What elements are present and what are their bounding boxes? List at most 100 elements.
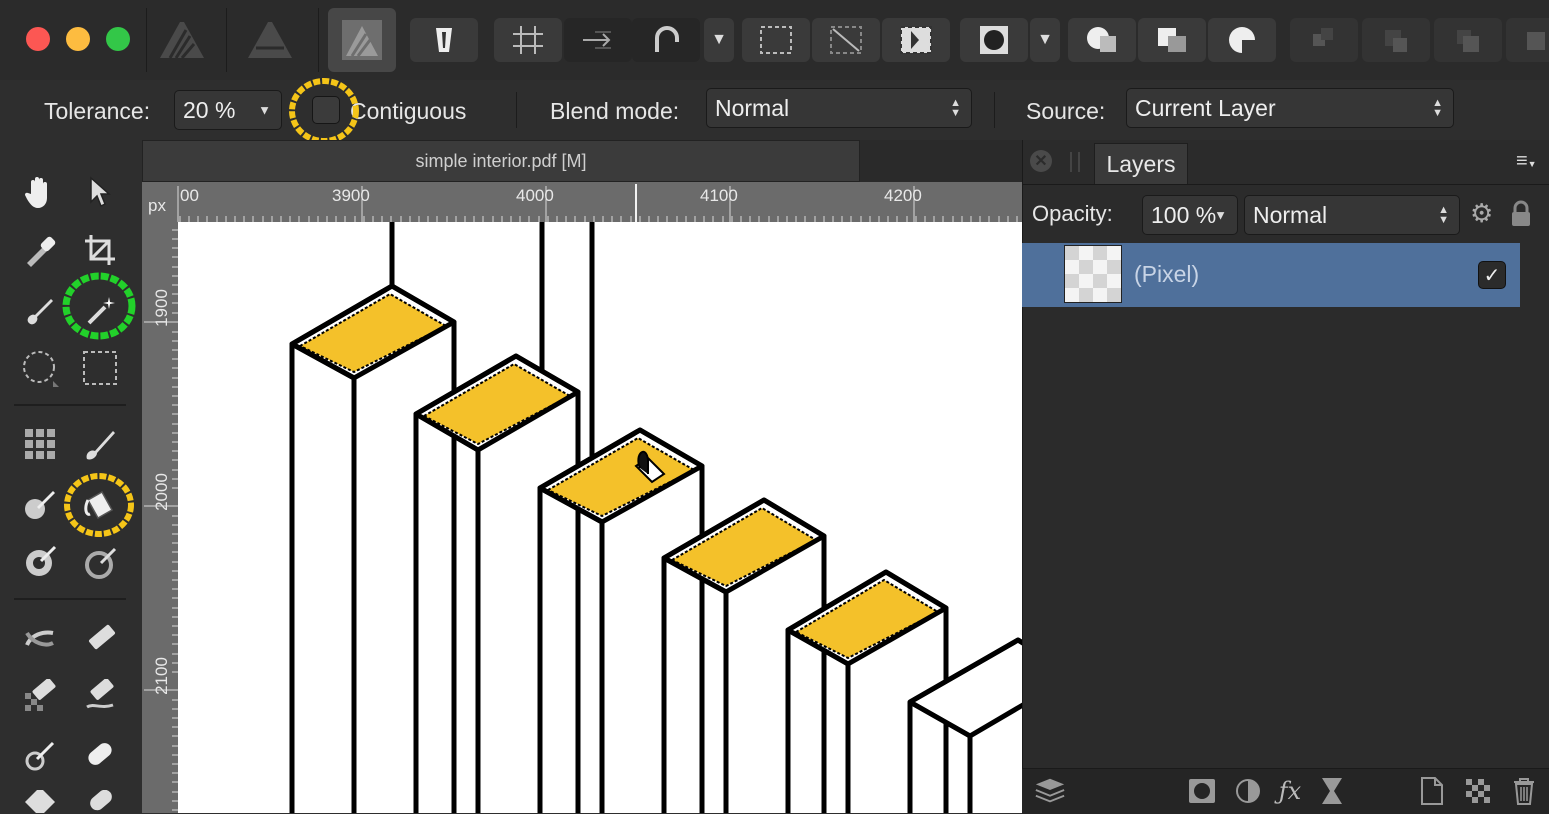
grid-button[interactable] [494,18,562,62]
layers-stack-icon[interactable] [1034,775,1066,807]
eraser-tool-icon[interactable] [78,616,122,660]
tolerance-value: 20 % [183,96,236,123]
photo-persona-icon[interactable] [328,8,396,72]
fx-icon[interactable]: ƒx [1274,775,1306,807]
h-ruler-label-2: 4000 [516,186,554,205]
opacity-value: 100 % [1151,201,1217,228]
layer-blend-stepper-icon: ▲ ▼ [1438,204,1449,226]
h-ruler-label-0: 00 [180,186,199,205]
vertical-ruler[interactable]: 1900 2000 2100 [142,222,178,813]
annotation-circle-contiguous [289,78,359,144]
blend-mode-stepper-icon: ▲ ▼ [950,97,961,119]
source-select[interactable]: Current Layer ▲ ▼ [1126,88,1454,128]
trash-icon[interactable] [1508,775,1540,807]
snap-arrow-button[interactable] [564,18,632,62]
tab-layers[interactable]: Layers [1094,143,1188,184]
layer-row[interactable]: (Pixel) ✓ [1022,243,1520,307]
tolerance-dropdown-arrow-icon[interactable]: ▼ [258,103,271,118]
document-canvas[interactable] [178,222,1022,813]
isometric-stairs-drawing [289,222,1022,813]
move-tool-icon[interactable] [78,170,122,214]
zoom-window-button[interactable] [106,27,130,51]
minimize-window-button[interactable] [66,27,90,51]
dodge-tool-icon[interactable] [18,540,62,584]
arrange-back-icon[interactable] [1290,18,1358,62]
h-ruler-label-4: 4200 [884,186,922,205]
boolean-add-icon[interactable] [1068,18,1136,62]
panel-grip-icon[interactable] [1070,152,1080,172]
v-ruler-label-2: 2100 [152,657,171,695]
mask-dropdown-arrow-icon[interactable]: ▼ [1030,18,1060,62]
h-ruler-label-3: 4100 [700,186,738,205]
paint-brush-tool-icon[interactable] [78,422,122,466]
blemish-removal-tool-icon[interactable] [18,790,62,813]
adjustment-icon[interactable] [1232,775,1264,807]
layer-name: (Pixel) [1134,261,1200,287]
layer-blend-mode-value: Normal [1253,201,1328,228]
layers-tab-label: Layers [1106,150,1176,177]
background-eraser-tool-icon[interactable] [18,674,62,718]
document-tab[interactable]: simple interior.pdf [M] [142,140,860,182]
contiguous-label: Contiguous [350,98,467,124]
layer-blend-mode-select[interactable]: Normal ▲ ▼ [1244,195,1460,235]
boolean-subtract-icon[interactable] [1138,18,1206,62]
close-panel-icon[interactable]: ✕ [1030,150,1052,172]
ruler-unit-label: px [148,196,166,215]
source-value: Current Layer [1135,94,1276,121]
burn-tool-icon[interactable] [78,540,122,584]
tolerance-label: Tolerance: [44,98,151,124]
add-mask-layer-icon[interactable] [1462,775,1494,807]
annotation-circle-flood-select [62,272,136,340]
layer-visibility-checkbox[interactable]: ✓ [1478,261,1506,289]
h-ruler-label-1: 3900 [332,186,370,205]
red-eye-tool-icon[interactable] [78,790,122,813]
panel-menu-icon[interactable]: ≡▼ [1516,150,1537,173]
ellipse-marquee-tool-icon[interactable] [18,346,62,390]
opacity-field[interactable]: 100 % ▼ [1142,195,1238,235]
toolbar-divider [146,8,147,72]
tolerance-field[interactable]: 20 % ▼ [174,90,282,130]
pixel-persona-icon[interactable] [240,14,300,66]
patch-tool-icon[interactable] [78,732,122,776]
close-window-button[interactable] [26,27,50,51]
designer-persona-icon[interactable] [152,14,212,66]
opacity-dropdown-arrow-icon[interactable]: ▼ [1214,208,1227,223]
deselect-button[interactable] [812,18,880,62]
crop-tool-icon[interactable] [78,228,122,272]
blend-mode-select[interactable]: Normal ▲ ▼ [706,88,972,128]
quick-mask-button[interactable] [410,18,478,62]
arrange-backward-icon[interactable] [1362,18,1430,62]
document-title: simple interior.pdf [M] [415,150,587,171]
blend-mode-value: Normal [715,94,790,121]
annotation-circle-flood-fill [64,473,134,537]
add-mask-icon[interactable] [1186,775,1218,807]
invert-selection-button[interactable] [882,18,950,62]
arrange-front-icon[interactable] [1506,18,1549,62]
add-pixel-layer-icon[interactable] [1416,775,1448,807]
hand-tool-icon[interactable] [18,170,62,214]
v-ruler-label-1: 2000 [152,473,171,511]
pixel-tool-icon[interactable] [18,422,62,466]
gear-icon[interactable]: ⚙ [1470,200,1496,226]
selection-brush-tool-icon[interactable] [18,288,62,332]
color-replacement-tool-icon[interactable] [18,482,62,526]
clone-brush-tool-icon[interactable] [18,616,62,660]
layer-thumbnail [1064,245,1122,303]
document-tab-bar-empty [860,140,1022,182]
flood-fill-eraser-tool-icon[interactable] [78,674,122,718]
arrange-forward-icon[interactable] [1434,18,1502,62]
horizontal-ruler[interactable]: 00 3900 4000 4100 4200 px [142,182,1022,222]
select-rectangle-button[interactable] [742,18,810,62]
lock-icon[interactable] [1510,200,1532,233]
color-picker-tool-icon[interactable] [18,228,62,272]
snapping-dropdown-arrow-icon[interactable]: ▼ [704,18,734,62]
v-ruler-label-0: 1900 [152,289,171,327]
layers-panel [1022,140,1549,813]
mask-layer-button[interactable] [960,18,1028,62]
healing-brush-tool-icon[interactable] [18,732,62,776]
rectangle-marquee-tool-icon[interactable] [78,346,122,390]
snapping-magnet-icon[interactable] [632,18,700,62]
boolean-intersect-icon[interactable] [1208,18,1276,62]
opacity-label: Opacity: [1032,201,1113,226]
live-filter-icon[interactable] [1316,775,1348,807]
